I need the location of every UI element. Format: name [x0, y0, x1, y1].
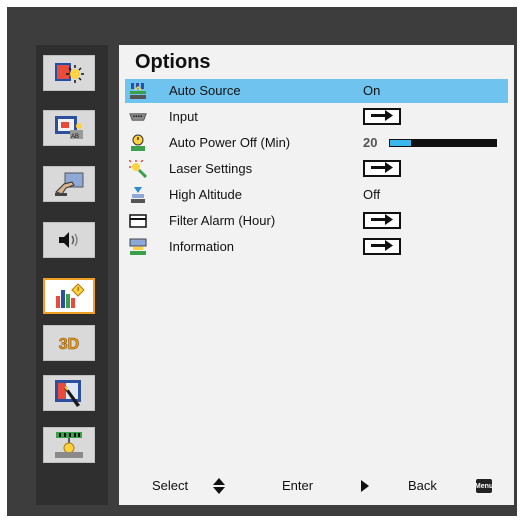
- svg-text:AB: AB: [71, 134, 79, 140]
- volume-icon: [54, 229, 84, 251]
- high-altitude-value: Off: [363, 187, 381, 202]
- sidebar-network[interactable]: [43, 427, 95, 463]
- arrow-right-icon: [369, 160, 395, 178]
- menu-item-label: Information: [169, 239, 235, 254]
- page-title: Options: [135, 51, 211, 73]
- sidebar-display[interactable]: AB: [43, 110, 95, 146]
- slider-fill: [390, 140, 411, 146]
- sidebar-3d[interactable]: 3D: [43, 325, 95, 361]
- menu-item-laser-settings[interactable]: Laser Settings: [125, 157, 508, 181]
- menu-key-icon: Menu: [475, 479, 493, 493]
- auto-source-value: On: [363, 83, 381, 98]
- menu-item-auto-power-off[interactable]: Auto Power Off (Min) 20: [125, 131, 508, 155]
- menu-item-high-altitude[interactable]: High Altitude Off: [125, 183, 508, 207]
- menu-item-input[interactable]: Input: [125, 105, 508, 129]
- enter-hint-label: Enter: [282, 478, 314, 493]
- sidebar-image-settings[interactable]: [43, 55, 95, 91]
- options-panel: Options Auto Source On Input Auto Power …: [119, 45, 514, 505]
- play-right-icon: [360, 479, 370, 498]
- menu-item-label: Laser Settings: [169, 161, 253, 176]
- key-hint-bar: Select Enter Back Menu: [119, 473, 514, 499]
- screen-display-icon: AB: [52, 114, 86, 142]
- lan-network-icon: [52, 430, 86, 460]
- enter-submenu-button[interactable]: [363, 238, 401, 255]
- menu-item-label: Filter Alarm (Hour): [169, 213, 276, 228]
- arrow-right-icon: [369, 238, 395, 256]
- filter-icon: [129, 212, 147, 230]
- svg-text:3D: 3D: [59, 336, 79, 353]
- select-hint-label: Select: [152, 478, 189, 493]
- back-hint-label: Back: [408, 478, 437, 493]
- information-icon: [129, 238, 147, 256]
- menu-item-label: Auto Source: [169, 83, 241, 98]
- auto-power-off-slider[interactable]: [389, 139, 497, 147]
- laser-icon: [129, 160, 147, 178]
- sidebar-setup[interactable]: [43, 166, 95, 202]
- setup-hand-icon: [52, 170, 86, 198]
- enter-submenu-button[interactable]: [363, 212, 401, 229]
- up-down-arrows-icon: [212, 477, 226, 500]
- auto-power-off-value: 20: [363, 135, 378, 150]
- interactive-pen-icon: [52, 378, 86, 408]
- menu-item-label: High Altitude: [169, 187, 242, 202]
- sidebar-interactive[interactable]: [43, 375, 95, 411]
- menu-item-filter-alarm[interactable]: Filter Alarm (Hour): [125, 209, 508, 233]
- menu-item-information[interactable]: Information: [125, 235, 508, 259]
- enter-submenu-button[interactable]: [363, 160, 401, 177]
- options-bars-icon: [52, 282, 86, 310]
- sidebar-audio[interactable]: [43, 222, 95, 258]
- menu-item-auto-source[interactable]: Auto Source On: [125, 79, 508, 103]
- menu-item-label: Auto Power Off (Min): [169, 135, 291, 150]
- input-port-icon: [129, 108, 147, 126]
- arrow-right-icon: [369, 108, 395, 126]
- high-altitude-icon: [129, 186, 147, 204]
- enter-submenu-button[interactable]: [363, 108, 401, 125]
- arrow-right-icon: [369, 212, 395, 230]
- menu-item-label: Input: [169, 109, 198, 124]
- sidebar-options[interactable]: [43, 278, 95, 314]
- power-timer-icon: [129, 134, 147, 152]
- 3d-icon: 3D: [52, 331, 86, 355]
- image-settings-icon: [52, 60, 86, 86]
- auto-source-icon: [129, 82, 147, 100]
